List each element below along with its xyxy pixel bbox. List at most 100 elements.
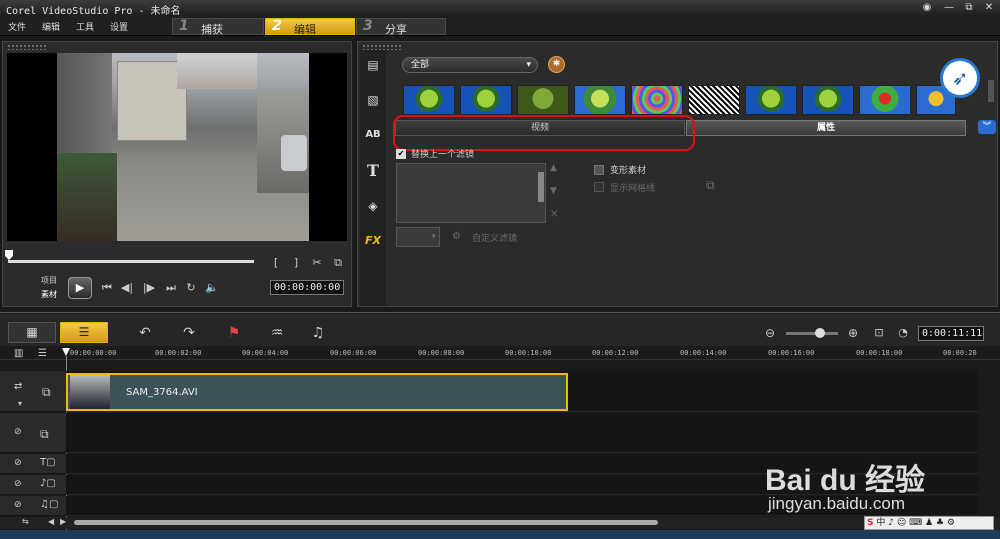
enlarge-preview-icon[interactable]: ⧉ bbox=[331, 256, 345, 270]
options-icon[interactable]: ✱ bbox=[548, 56, 565, 73]
preview-timecode[interactable]: 00:00:00:00 bbox=[270, 280, 344, 295]
replace-filter-checkbox[interactable]: ✔ bbox=[396, 149, 406, 159]
fx-icon[interactable]: FX bbox=[363, 232, 383, 250]
add-track-icon[interactable]: ⇆ bbox=[22, 517, 29, 526]
filter-thumbnail[interactable] bbox=[631, 85, 683, 115]
filter-thumbnail[interactable] bbox=[460, 85, 512, 115]
video-clip[interactable]: SAM_3764.AVI bbox=[66, 373, 568, 411]
track-manager-icon[interactable]: ▥ bbox=[14, 348, 23, 359]
track-expand-icon[interactable]: ▾ bbox=[18, 399, 22, 408]
grid-options-icon[interactable]: ⧉ bbox=[706, 178, 715, 193]
minimize-button[interactable]: — bbox=[940, 1, 958, 15]
tab-edit[interactable]: 2 编辑 bbox=[265, 18, 355, 36]
auto-music-icon[interactable]: ♫ bbox=[309, 325, 327, 341]
end-icon[interactable]: ⏭ bbox=[164, 281, 178, 295]
horizontal-scroll-thumb[interactable] bbox=[74, 520, 658, 525]
move-down-icon[interactable]: ▼ bbox=[550, 186, 557, 196]
tab-capture[interactable]: 1 捕获 bbox=[172, 18, 264, 36]
track-lock-icon[interactable]: ⊘ bbox=[14, 458, 22, 468]
zoom-slider[interactable] bbox=[786, 332, 838, 335]
track-switch-icon[interactable]: ⇄ bbox=[14, 381, 22, 392]
menu-tools[interactable]: 工具 bbox=[76, 20, 94, 33]
close-button[interactable]: ✕ bbox=[980, 1, 998, 15]
delete-icon[interactable]: ✕ bbox=[550, 209, 558, 220]
menu-edit[interactable]: 编辑 bbox=[42, 20, 60, 33]
timeline-ruler[interactable] bbox=[0, 346, 1000, 360]
ime-mode-icon[interactable]: 中 bbox=[876, 518, 885, 528]
scroll-right-icon[interactable]: ▶ bbox=[60, 517, 66, 526]
zoom-out-icon[interactable]: ⊖ bbox=[764, 326, 776, 340]
previous-frame-icon[interactable]: ◀| bbox=[120, 281, 134, 294]
menu-settings[interactable]: 设置 bbox=[110, 20, 128, 33]
tab-properties[interactable]: 属性 bbox=[686, 120, 966, 136]
undo-icon[interactable]: ↶ bbox=[137, 325, 153, 341]
clip-mode-label[interactable]: 素材 bbox=[41, 289, 57, 300]
app-icon[interactable]: ◉ bbox=[918, 1, 936, 15]
panel-grip[interactable] bbox=[7, 44, 47, 50]
sogou-icon[interactable]: S bbox=[867, 518, 873, 528]
title-track-header: ⊘ T▢ bbox=[0, 454, 66, 474]
filter-list-scrollbar[interactable] bbox=[538, 172, 544, 202]
graphic-icon[interactable]: ◈ bbox=[363, 197, 383, 215]
filter-thumbnail[interactable] bbox=[517, 85, 569, 115]
media-icon[interactable]: ▤ bbox=[363, 56, 383, 74]
timeline-view-button[interactable]: ☰ bbox=[60, 322, 108, 343]
track-lock-icon[interactable]: ⊘ bbox=[14, 500, 22, 510]
track-lock-icon[interactable]: ⊘ bbox=[14, 427, 22, 437]
title-icon[interactable]: AB bbox=[363, 126, 383, 144]
storyboard-view-button[interactable]: ▦ bbox=[8, 322, 56, 343]
scroll-left-icon[interactable]: ◀ bbox=[48, 517, 54, 526]
filter-thumbnail[interactable] bbox=[574, 85, 626, 115]
scissors-icon[interactable]: ✂ bbox=[311, 256, 323, 269]
skin-icon[interactable]: ♣ bbox=[936, 518, 944, 528]
zoom-slider-handle[interactable] bbox=[815, 328, 825, 338]
timeline-vertical-scrollbar[interactable] bbox=[978, 361, 1000, 517]
home-icon[interactable]: ⏮ bbox=[100, 281, 114, 295]
volume-icon[interactable]: 🔈 bbox=[205, 281, 219, 294]
preview-window[interactable] bbox=[7, 53, 347, 241]
tab-share[interactable]: 3 分享 bbox=[356, 18, 446, 36]
restore-button[interactable]: ⧉ bbox=[960, 1, 978, 15]
repeat-icon[interactable]: ↻ bbox=[184, 281, 198, 294]
project-mode-label[interactable]: 项目 bbox=[41, 275, 57, 286]
emoji-icon[interactable]: ☺ bbox=[897, 518, 906, 528]
menu-file[interactable]: 文件 bbox=[8, 20, 26, 33]
audio-mixer-icon[interactable]: ♒ bbox=[268, 325, 286, 341]
keyboard-icon[interactable]: ⌨ bbox=[909, 518, 922, 528]
play-button[interactable]: ▶ bbox=[68, 277, 92, 299]
collapse-options-icon[interactable]: ︾ bbox=[978, 120, 996, 134]
filter-preset-dropdown[interactable]: ▾ bbox=[396, 227, 440, 247]
record-capture-icon[interactable]: ⚑ bbox=[226, 325, 242, 341]
watermark-url: jingyan.baidu.com bbox=[768, 494, 906, 513]
track-lock-icon[interactable]: ⊘ bbox=[14, 479, 22, 489]
filter-thumbnail[interactable] bbox=[745, 85, 797, 115]
mark-out-icon[interactable]: ] bbox=[290, 256, 302, 269]
zoom-in-icon[interactable]: ⊕ bbox=[847, 326, 859, 340]
next-frame-icon[interactable]: |▶ bbox=[142, 281, 156, 294]
text-icon[interactable]: T bbox=[363, 162, 383, 180]
applied-filters-list[interactable] bbox=[396, 163, 546, 223]
custom-filter-icon[interactable]: ⚙ bbox=[452, 231, 461, 242]
ime-toolbar[interactable]: S 中 ♪ ☺ ⌨ ♟ ♣ ⚙ bbox=[864, 516, 994, 530]
duration-icon[interactable]: ◔ bbox=[897, 326, 909, 339]
move-up-icon[interactable]: ▲ bbox=[550, 163, 557, 173]
step-number: 1 bbox=[179, 18, 189, 34]
filter-thumbnail[interactable] bbox=[859, 85, 911, 115]
filter-thumbnail[interactable] bbox=[688, 85, 740, 115]
tools-icon[interactable]: ⚙ bbox=[947, 518, 955, 528]
redo-icon[interactable]: ↷ bbox=[181, 325, 197, 341]
filter-thumbnail[interactable] bbox=[802, 85, 854, 115]
overlay-track[interactable] bbox=[66, 413, 978, 453]
library-scrollbar[interactable] bbox=[988, 80, 994, 102]
show-grid-checkbox[interactable] bbox=[594, 182, 604, 192]
user-icon[interactable]: ♟ bbox=[925, 518, 933, 528]
scrubber-bar[interactable] bbox=[8, 260, 254, 263]
transform-clip-checkbox[interactable] bbox=[594, 165, 604, 175]
transition-icon[interactable]: ▧ bbox=[363, 91, 383, 109]
category-dropdown[interactable]: 全部 ▾ bbox=[402, 57, 538, 73]
chapter-icon[interactable]: ☰ bbox=[38, 348, 47, 359]
mark-in-icon[interactable]: [ bbox=[270, 256, 282, 269]
punctuation-icon[interactable]: ♪ bbox=[888, 518, 894, 528]
fit-project-icon[interactable]: ⊡ bbox=[872, 326, 886, 339]
filter-thumbnail[interactable] bbox=[403, 85, 455, 115]
